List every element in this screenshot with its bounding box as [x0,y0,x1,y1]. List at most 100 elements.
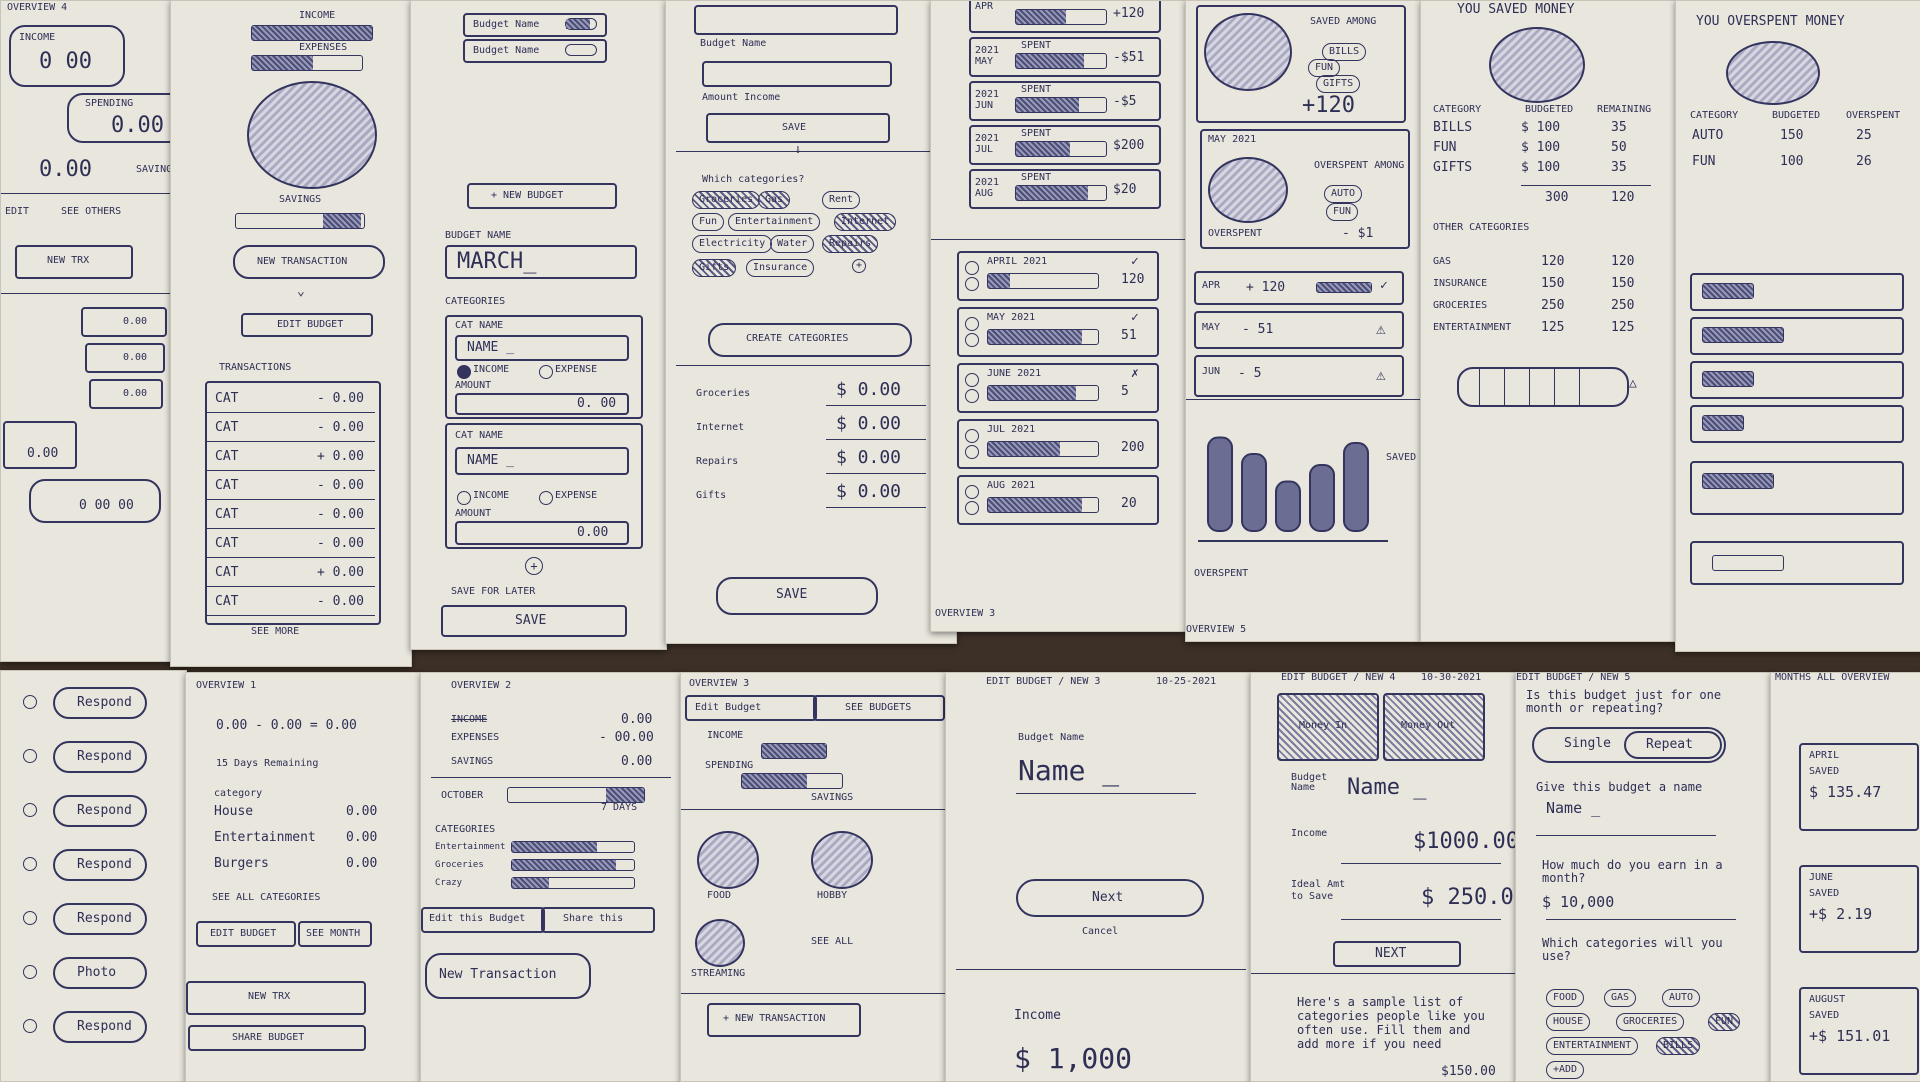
radio[interactable] [965,373,979,387]
category-chip[interactable]: ENTERTAINMENT [1546,1037,1639,1055]
food-gauge[interactable] [697,831,759,889]
respond-button[interactable]: Respond [53,903,147,935]
income-radio[interactable] [457,491,471,505]
save-button[interactable]: SAVE [716,577,878,615]
category-chip[interactable]: Entertainment [728,213,821,231]
month-list-item[interactable]: APRIL 2021 120 ✓ [957,251,1159,301]
category-line-amount[interactable]: $ 0.00 [836,381,901,399]
category-chip[interactable]: Internet [834,213,897,231]
edit-budget-button[interactable]: Edit this Budget [421,907,545,933]
new-budget-button[interactable]: + NEW BUDGET [467,183,617,209]
see-all-link[interactable]: SEE ALL [811,937,853,947]
month-row[interactable]: JUN - 5 ⚠ [1194,355,1404,397]
radio[interactable] [23,857,37,871]
category-chip[interactable]: HOUSE [1546,1013,1591,1031]
category-chip[interactable]: FUN [1708,1013,1741,1031]
list-item[interactable] [1690,405,1904,443]
list-item[interactable] [1690,361,1904,399]
respond-button[interactable]: Respond [53,687,147,719]
month-summary-row[interactable]: 2021 JUL SPENT $200 [969,125,1161,165]
category-chip[interactable]: Fun [692,213,725,231]
category-line-amount[interactable]: $ 0.00 [836,449,901,467]
new-transaction-button[interactable]: + NEW TRANSACTION [707,1003,861,1037]
category-chip[interactable]: AUTO [1662,989,1701,1007]
month-summary-row[interactable]: 2021 MAY SPENT -$51 [969,37,1161,77]
radio[interactable] [23,965,37,979]
category-chip[interactable]: GROCERIES [1616,1013,1685,1031]
budget-name-input[interactable] [702,61,892,87]
category-chip[interactable]: Gifts [692,259,737,277]
category-chip[interactable]: +ADD [1546,1061,1585,1079]
radio[interactable] [965,501,979,515]
money-in-tile[interactable]: Money In [1277,693,1379,761]
radio[interactable] [965,429,979,443]
new-trx-button[interactable]: NEW TRX [15,245,133,279]
month-row[interactable]: APR + 120 ✓ [1194,271,1404,305]
hobby-gauge[interactable] [811,831,873,889]
tab-see-budgets[interactable]: SEE BUDGETS [813,695,945,721]
top-input[interactable] [694,5,898,35]
radio[interactable] [965,445,979,459]
next-button[interactable]: NEXT [1333,941,1461,967]
amount-input[interactable]: 0.00 [455,521,629,545]
single-option[interactable]: Single [1564,737,1611,750]
budget-name-input[interactable]: Name _ [1018,757,1119,785]
radio[interactable] [23,695,37,709]
budget-name-input[interactable]: MARCH_ [445,245,637,279]
table-row[interactable]: CAT - 0.00 [207,470,375,500]
save-button[interactable]: SAVE [441,605,627,637]
list-item[interactable] [1690,317,1904,355]
radio[interactable] [965,333,979,347]
toggle-switch[interactable] [565,18,597,30]
table-row[interactable]: CAT + 0.00 [207,441,375,471]
table-row[interactable]: CAT - 0.00 [207,586,375,616]
income-card[interactable]: INCOME 0 00 [9,25,125,87]
expense-radio[interactable] [539,365,553,379]
list-item[interactable] [1690,461,1904,515]
respond-button[interactable]: Respond [53,795,147,827]
tab-edit-budget[interactable]: Edit Budget [685,695,817,721]
radio[interactable] [965,261,979,275]
month-list-item[interactable]: MAY 2021 51 ✓ [957,307,1159,357]
budget-row[interactable]: Budget Name [463,39,607,63]
repeat-option[interactable]: Repeat [1624,731,1722,759]
money-out-tile[interactable]: Money Out [1383,693,1485,761]
respond-button[interactable]: Respond [53,849,147,881]
month-card[interactable]: JUNE SAVED +$ 2.19 [1799,865,1919,953]
category-chip[interactable]: Electricity [692,235,773,253]
radio[interactable] [23,803,37,817]
radio[interactable] [23,1019,37,1033]
see-others-link[interactable]: SEE OTHERS [61,207,121,217]
radio[interactable] [965,317,979,331]
edit-budget-button[interactable]: EDIT BUDGET [196,921,296,947]
expense-radio[interactable] [539,491,553,505]
new-trx-button[interactable]: NEW TRX [186,981,366,1015]
see-more-link[interactable]: SEE MORE [251,627,299,637]
edit-link[interactable]: EDIT [5,207,29,217]
category-chip[interactable]: Gas [758,191,791,209]
budget-row[interactable]: Budget Name [463,13,607,37]
table-row[interactable]: CAT + 0.00 [207,557,375,587]
category-chip[interactable]: BILLS [1656,1037,1701,1055]
month-card[interactable]: AUGUST SAVED +$ 151.01 [1799,987,1919,1075]
save-later-link[interactable]: SAVE FOR LATER [451,587,535,597]
cancel-link[interactable]: Cancel [1082,927,1118,937]
new-transaction-button[interactable]: New Transaction [425,953,591,999]
see-month-button[interactable]: SEE MONTH [298,921,372,947]
streaming-gauge[interactable] [695,919,745,967]
radio[interactable] [965,485,979,499]
respond-button[interactable]: Respond [53,1011,147,1043]
radio[interactable] [965,277,979,291]
cat-name-input[interactable]: NAME _ [455,447,629,475]
month-list-item[interactable]: JUL 2021 200 [957,419,1159,469]
see-all-link[interactable]: SEE ALL CATEGORIES [212,893,320,903]
save-button[interactable]: SAVE [706,113,890,143]
list-item[interactable] [1690,541,1904,585]
month-row[interactable]: MAY - 51 ⚠ [1194,311,1404,349]
category-chip[interactable]: GAS [1604,989,1637,1007]
category-chip[interactable]: Repairs [822,235,879,253]
list-item[interactable] [1690,273,1904,311]
month-summary-row[interactable]: 2021 JUN SPENT -$5 [969,81,1161,121]
category-chip[interactable]: Insurance [746,259,815,277]
month-summary-row[interactable]: 2021 AUG SPENT $20 [969,169,1161,209]
